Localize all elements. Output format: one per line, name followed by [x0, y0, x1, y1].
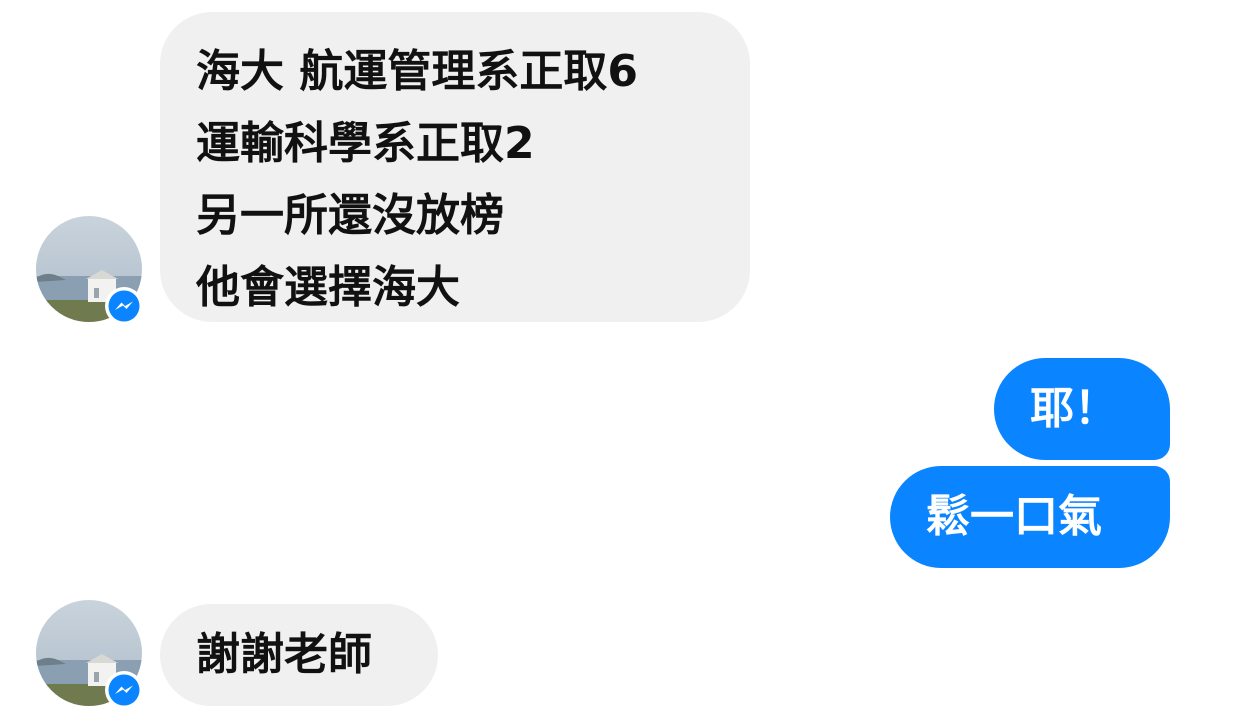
- message-text: 鬆一口氣: [926, 491, 1102, 542]
- message-line: 海大 航運管理系正取6: [196, 46, 638, 97]
- message-line: 他會選擇海大: [196, 262, 460, 313]
- messenger-icon: [105, 671, 143, 709]
- message-line: 另一所還沒放榜: [196, 190, 504, 241]
- outgoing-message-bubble[interactable]: 鬆一口氣: [890, 466, 1170, 568]
- sender-avatar[interactable]: [36, 216, 143, 325]
- sender-avatar[interactable]: [36, 600, 143, 709]
- message-text: 耶！: [1030, 383, 1118, 434]
- chat-thread: 海大 航運管理系正取6 運輸科學系正取2 另一所還沒放榜 他會選擇海大 耶！ 鬆…: [0, 0, 1242, 724]
- message-text: 謝謝老師: [196, 629, 372, 680]
- messenger-icon: [105, 287, 143, 325]
- incoming-message-bubble[interactable]: 海大 航運管理系正取6 運輸科學系正取2 另一所還沒放榜 他會選擇海大: [160, 12, 750, 322]
- incoming-message-bubble[interactable]: 謝謝老師: [160, 604, 438, 706]
- outgoing-message-bubble[interactable]: 耶！: [994, 358, 1170, 460]
- message-line: 運輸科學系正取2: [196, 118, 535, 169]
